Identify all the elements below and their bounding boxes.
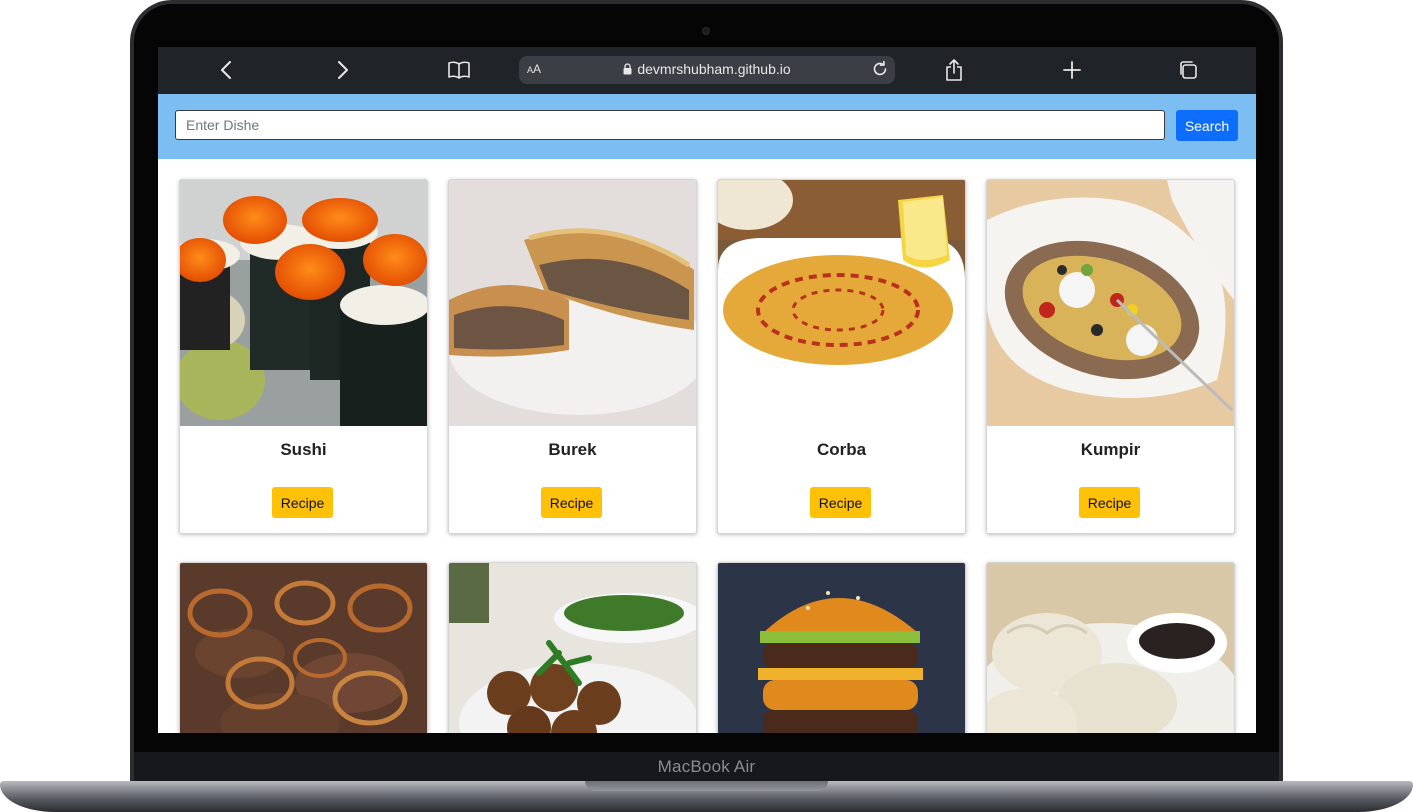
dish-card-sushi: Sushi Recipe bbox=[179, 179, 428, 534]
dish-image bbox=[180, 563, 427, 733]
dish-image bbox=[449, 563, 696, 733]
recipe-button-corba[interactable]: Recipe bbox=[810, 487, 871, 518]
dish-title: Sushi bbox=[280, 440, 327, 459]
laptop-notch bbox=[585, 781, 828, 791]
search-button[interactable]: Search bbox=[1176, 110, 1238, 141]
screen: AA devmrshubham.github.io Search bbox=[158, 47, 1256, 733]
dish-card-burek: Burek Recipe bbox=[448, 179, 697, 534]
tabs-overview-icon[interactable] bbox=[1173, 56, 1203, 84]
url-text: devmrshubham.github.io bbox=[637, 61, 791, 77]
recipe-button-burek[interactable]: Recipe bbox=[541, 487, 602, 518]
dish-image bbox=[987, 563, 1234, 733]
kumpir-image bbox=[987, 180, 1234, 426]
forward-icon[interactable] bbox=[328, 56, 358, 84]
search-bar: Search bbox=[158, 94, 1256, 159]
bookmarks-icon[interactable] bbox=[444, 56, 474, 84]
dish-title: Kumpir bbox=[1080, 440, 1141, 459]
dish-title: Corba bbox=[816, 440, 867, 459]
back-icon[interactable] bbox=[211, 56, 241, 84]
device-label: MacBook Air bbox=[657, 757, 756, 776]
share-icon[interactable] bbox=[939, 56, 969, 84]
sushi-image bbox=[180, 180, 427, 426]
dish-card bbox=[986, 562, 1235, 733]
reload-icon[interactable] bbox=[871, 60, 889, 78]
dish-title: Burek bbox=[548, 440, 597, 459]
dish-card-kumpir: Kumpir Recipe bbox=[986, 179, 1235, 534]
recipe-button-kumpir[interactable]: Recipe bbox=[1079, 487, 1140, 518]
recipe-button-sushi[interactable]: Recipe bbox=[272, 487, 333, 518]
new-tab-icon[interactable] bbox=[1057, 56, 1087, 84]
dish-card-corba: Corba Recipe bbox=[717, 179, 966, 534]
corba-image bbox=[718, 180, 965, 426]
dish-card bbox=[179, 562, 428, 733]
dish-card bbox=[717, 562, 966, 733]
address-bar[interactable]: AA devmrshubham.github.io bbox=[519, 56, 895, 84]
dish-image bbox=[718, 563, 965, 733]
browser-toolbar: AA devmrshubham.github.io bbox=[158, 47, 1256, 94]
dish-card bbox=[448, 562, 697, 733]
lock-icon bbox=[623, 63, 632, 75]
camera-icon bbox=[702, 27, 710, 35]
dish-search-input[interactable] bbox=[175, 110, 1165, 140]
burek-image bbox=[449, 180, 696, 426]
